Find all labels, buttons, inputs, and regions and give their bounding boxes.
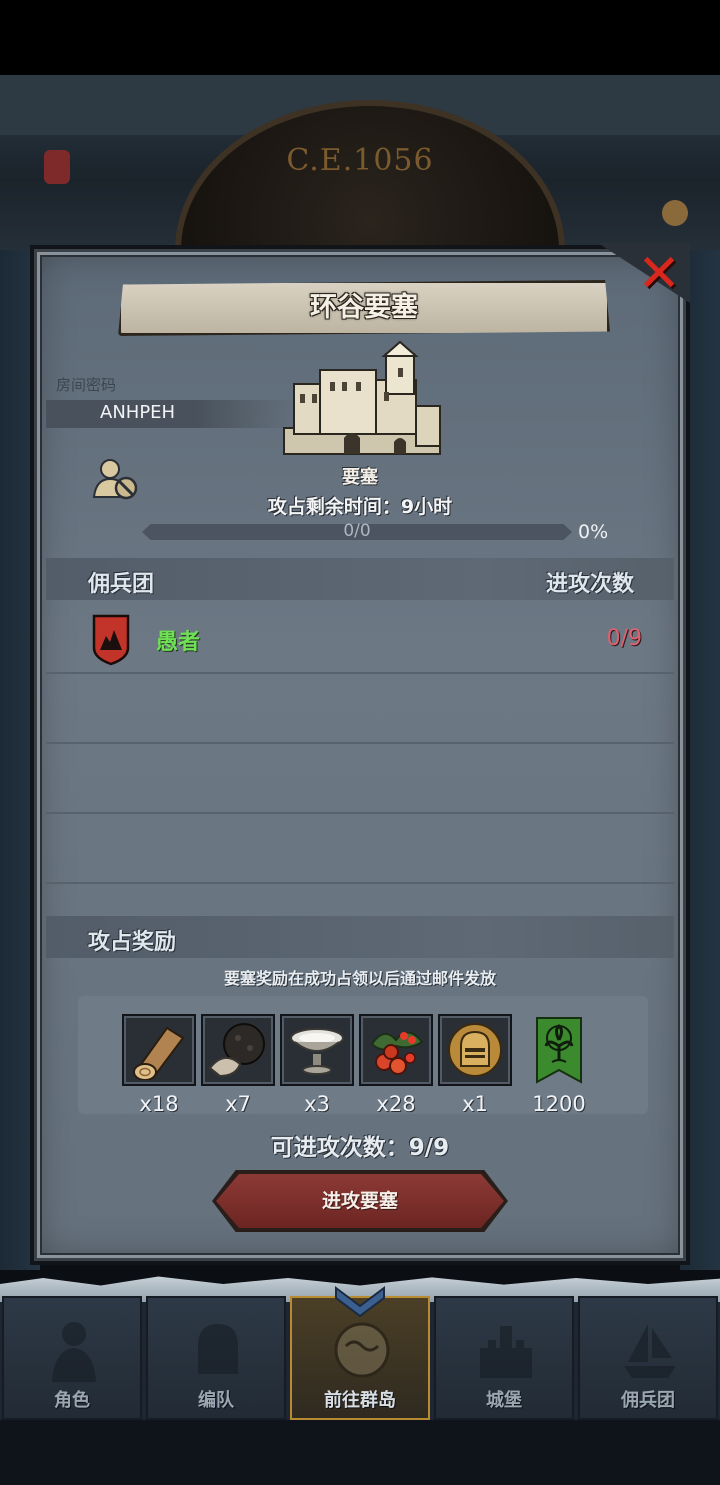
wood-log-icon: [133, 1026, 185, 1080]
reward-qty: x18: [139, 1092, 179, 1116]
reward-tile: [522, 1014, 596, 1086]
reward-qty: x7: [225, 1092, 251, 1116]
castle-icon: [480, 1326, 532, 1378]
mercenary-name: 愚者: [156, 630, 201, 655]
reward-note: 要塞奖励在成功占领以后通过邮件发放: [223, 969, 496, 988]
nav-label: 编队: [198, 1390, 234, 1411]
room-code-value: ANHPEH: [100, 402, 176, 423]
nav-label: 前往群岛: [324, 1390, 396, 1411]
nav-castle[interactable]: 城堡: [434, 1296, 574, 1420]
knight-icon: [52, 1322, 96, 1382]
reward-tile: [122, 1014, 196, 1086]
attack-count-label: 可进攻次数：: [270, 1135, 409, 1161]
room-code-label: 房间密码: [56, 376, 117, 394]
reward-tile: [438, 1014, 512, 1086]
mercenary-attempts: 0/9: [606, 626, 642, 651]
row-divider: [46, 882, 674, 884]
ship-icon: [624, 1324, 676, 1378]
chevron-down-icon: [335, 1286, 385, 1318]
nav-formation[interactable]: 编队: [146, 1296, 286, 1420]
green-tree-banner-icon: [536, 1017, 582, 1084]
era-label: C.E.1056: [286, 143, 434, 178]
reward-qty: 1200: [532, 1092, 586, 1116]
progress-percent: 0%: [578, 521, 609, 543]
reward-item[interactable]: x1: [438, 1014, 512, 1116]
building-type-label: 要塞: [342, 467, 378, 488]
nav-mercenary[interactable]: 佣兵团: [578, 1296, 718, 1420]
reward-tile: [359, 1014, 433, 1086]
reward-item[interactable]: x3: [280, 1014, 354, 1116]
truffle-icon: [208, 1023, 265, 1078]
nav-label: 佣兵团: [621, 1390, 675, 1411]
row-divider: [46, 672, 674, 674]
system-nav-area: [0, 1420, 720, 1485]
nav-label: 城堡: [486, 1390, 522, 1411]
silver-bowl-icon: [290, 1028, 344, 1075]
fortress-icon: [283, 340, 441, 455]
ornament-bell-icon: [662, 200, 688, 226]
reward-item[interactable]: 1200: [522, 1014, 596, 1116]
reward-qty: x3: [304, 1092, 330, 1116]
user-blocked-icon[interactable]: [92, 457, 140, 501]
attack-button-label[interactable]: 进攻要塞: [216, 1174, 504, 1228]
row-divider: [46, 742, 674, 744]
reward-tile: [280, 1014, 354, 1086]
attempts-header: 进攻次数: [546, 572, 635, 597]
helmet-icon: [198, 1324, 238, 1374]
reward-item[interactable]: x28: [359, 1014, 433, 1116]
red-shield-emblem-icon: [92, 614, 130, 666]
time-value: 9小时: [400, 496, 453, 518]
ornament-stocking-icon: [44, 150, 70, 184]
progress-count: 0/0: [343, 521, 371, 541]
nav-label: 角色: [54, 1390, 90, 1411]
attack-count: 可进攻次数：9/9: [200, 1128, 520, 1162]
reward-tile: [201, 1014, 275, 1086]
capture-time-remaining: 攻占剩余时间：9小时: [200, 492, 520, 519]
close-button[interactable]: ✕: [632, 247, 686, 301]
nav-character[interactable]: 角色: [2, 1296, 142, 1420]
globe-icon: [334, 1322, 390, 1378]
reward-header: 攻占奖励: [88, 930, 177, 955]
reward-item[interactable]: x7: [201, 1014, 275, 1116]
reward-qty: x1: [462, 1092, 488, 1116]
attack-count-value: 9/9: [408, 1135, 450, 1161]
dialog-title: 环谷要塞: [310, 292, 418, 323]
golden-helmet-icon: [448, 1023, 502, 1077]
mercenary-header: 佣兵团: [88, 572, 155, 597]
reward-item[interactable]: x18: [122, 1014, 196, 1116]
reward-qty: x28: [376, 1092, 416, 1116]
row-divider: [46, 812, 674, 814]
time-label: 攻占剩余时间：: [267, 496, 401, 518]
berries-icon: [370, 1031, 424, 1075]
status-bar-area: [0, 0, 720, 75]
